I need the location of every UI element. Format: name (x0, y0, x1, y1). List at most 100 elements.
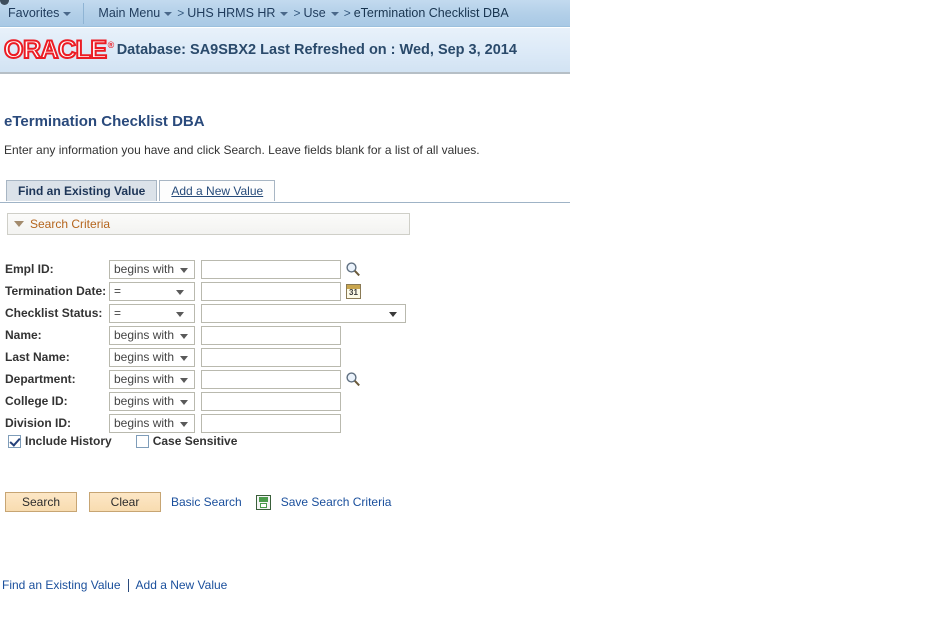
chevron-down-icon (180, 421, 188, 427)
database-refresh-text: Database: SA9SBX2 Last Refreshed on : We… (116, 42, 517, 58)
tab-add-a-new-value[interactable]: Add a New Value (159, 180, 276, 201)
label-division-id: Division ID: (5, 416, 72, 430)
operator-select-name[interactable]: begins with (109, 325, 195, 345)
breadcrumb-item-etermination-checklist-dba: eTermination Checklist DBA (353, 6, 509, 20)
operator-select-last-name[interactable]: begins with (109, 347, 195, 367)
operator-select-last-name-value: begins with (114, 350, 175, 364)
tab-find-an-existing-value-label: Find an Existing Value (18, 184, 146, 198)
chevron-down-icon (176, 311, 184, 317)
action-button-row: Search Clear Basic Search Save Search Cr… (5, 492, 391, 512)
chevron-down-icon (180, 377, 188, 383)
search-input-name[interactable] (201, 325, 341, 345)
chevron-down-icon (389, 311, 397, 317)
chevron-down-icon (180, 399, 188, 405)
chevron-down-icon[interactable] (280, 12, 289, 16)
checkbox-case-sensitive-label: Case Sensitive (152, 434, 238, 448)
breadcrumb-item-uhs-hrms-hr[interactable]: UHS HRMS HR (187, 6, 275, 20)
calendar-icon[interactable]: 31 (346, 283, 361, 299)
oracle-logo: ORACLE® (3, 35, 115, 64)
save-search-criteria-link[interactable]: Save Search Criteria (281, 495, 392, 509)
search-input-last-name[interactable] (201, 347, 341, 367)
chevron-down-icon (180, 267, 188, 273)
operator-select-college-id-value: begins with (114, 394, 175, 408)
form-row-last-name: Last Name: begins with (5, 346, 406, 368)
form-row-empl-id: Empl ID: begins with (5, 258, 406, 280)
footer-link-find-an-existing-value[interactable]: Find an Existing Value (2, 578, 121, 592)
search-input-division-id[interactable] (201, 413, 341, 433)
footer-links: Find an Existing Value Add a New Value (2, 578, 227, 592)
chevron-down-icon[interactable] (330, 12, 339, 16)
nav-main-menu-label: Main Menu (98, 6, 161, 20)
form-row-department: Department: begins with (5, 368, 406, 390)
tab-find-an-existing-value[interactable]: Find an Existing Value (6, 180, 158, 201)
operator-select-termination-date[interactable]: = (109, 281, 195, 301)
search-criteria-label: Search Criteria (30, 217, 111, 231)
tab-strip-rule (0, 202, 570, 203)
nav-menu-favorites[interactable]: Favorites (8, 6, 72, 20)
chevron-down-icon (180, 355, 188, 361)
operator-select-termination-date-value: = (114, 284, 122, 298)
label-college-id: College ID: (5, 394, 68, 408)
breadcrumb-separator-2: > (293, 6, 301, 20)
label-checklist-status: Checklist Status: (5, 306, 103, 320)
page-instructions: Enter any information you have and click… (4, 143, 480, 157)
label-last-name: Last Name: (5, 350, 70, 364)
chevron-down-icon (176, 289, 184, 295)
oracle-logo-text: ORACLE (3, 35, 108, 64)
search-input-empl-id[interactable] (201, 259, 341, 279)
breadcrumb-separator-3: > (343, 6, 351, 20)
operator-select-checklist-status[interactable]: = (109, 303, 195, 323)
form-row-name: Name: begins with (5, 324, 406, 346)
search-input-department[interactable] (201, 369, 341, 389)
search-criteria-form: Empl ID: begins with Termination Date: =… (5, 258, 406, 434)
form-row-college-id: College ID: begins with (5, 390, 406, 412)
footer-link-add-a-new-value[interactable]: Add a New Value (136, 578, 228, 592)
label-termination-date: Termination Date: (5, 284, 107, 298)
search-button-label: Search (21, 495, 61, 509)
search-button[interactable]: Search (5, 492, 77, 512)
page-title: eTermination Checklist DBA (4, 113, 205, 130)
operator-select-division-id[interactable]: begins with (109, 413, 195, 433)
save-disk-icon[interactable] (255, 494, 271, 510)
operator-select-department[interactable]: begins with (109, 369, 195, 389)
chevron-down-icon (63, 12, 72, 16)
nav-favorites-label: Favorites (8, 6, 60, 20)
checkbox-include-history[interactable] (8, 434, 21, 448)
checkbox-include-history-label: Include History (25, 434, 112, 448)
top-navigation-bar: Favorites Main Menu > UHS HRMS HR > Use … (0, 0, 570, 27)
form-row-termination-date: Termination Date: = 31 (5, 280, 406, 302)
label-department: Department: (5, 372, 76, 386)
operator-select-college-id[interactable]: begins with (109, 391, 195, 411)
breadcrumb-separator-1: > (177, 6, 185, 20)
lookup-icon[interactable] (345, 371, 361, 387)
lookup-icon[interactable] (345, 261, 361, 277)
label-name: Name: (5, 328, 42, 342)
operator-select-department-value: begins with (114, 372, 175, 386)
nav-divider (83, 2, 85, 24)
triangle-down-icon[interactable] (14, 221, 24, 227)
basic-search-link[interactable]: Basic Search (171, 495, 242, 509)
clear-button[interactable]: Clear (89, 492, 161, 512)
operator-select-name-value: begins with (114, 328, 175, 342)
search-input-termination-date[interactable] (201, 281, 341, 301)
chevron-down-icon (180, 333, 188, 339)
operator-select-empl-id[interactable]: begins with (109, 259, 195, 279)
operator-select-empl-id-value: begins with (114, 262, 175, 276)
tab-add-a-new-value-label: Add a New Value (171, 184, 264, 198)
chevron-down-icon (164, 12, 173, 16)
oracle-database-banner: ORACLE® Database: SA9SBX2 Last Refreshed… (0, 28, 570, 74)
breadcrumb-item-use[interactable]: Use (303, 6, 325, 20)
tab-strip: Find an Existing Value Add a New Value (6, 180, 276, 201)
form-row-division-id: Division ID: begins with (5, 412, 406, 434)
checkbox-case-sensitive[interactable] (135, 434, 149, 448)
form-row-checklist-status: Checklist Status: = (5, 302, 406, 324)
search-criteria-collapsible-header[interactable]: Search Criteria (7, 213, 410, 235)
search-input-college-id[interactable] (201, 391, 341, 411)
search-options-row: Include History Case Sensitive (8, 434, 237, 448)
oracle-trademark-icon: ® (107, 40, 115, 51)
clear-button-label: Clear (110, 495, 140, 509)
nav-menu-main-menu[interactable]: Main Menu (98, 6, 173, 20)
calendar-icon-day: 31 (349, 287, 358, 297)
value-select-checklist-status[interactable] (201, 303, 406, 323)
operator-select-division-id-value: begins with (114, 416, 175, 430)
